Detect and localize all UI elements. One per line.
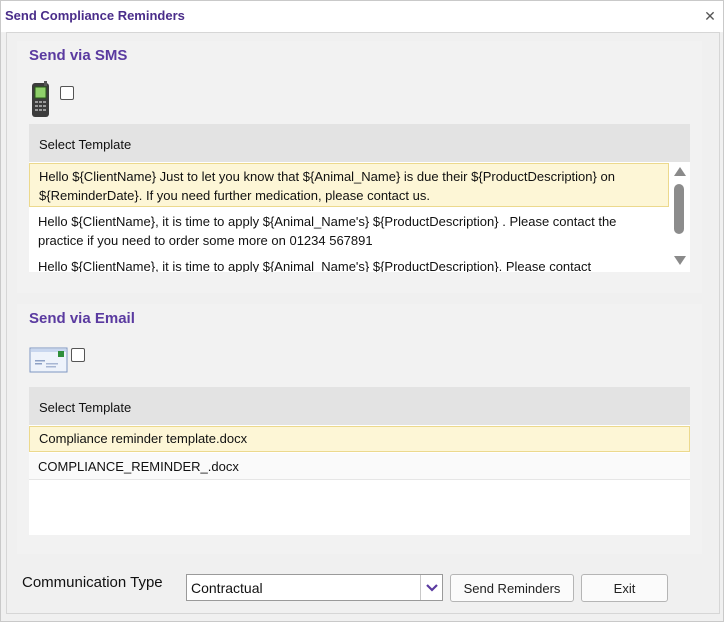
dialog-body: Send via SMS Select Template Hello ${Cli… — [6, 32, 720, 614]
email-checkbox[interactable] — [71, 348, 85, 362]
communication-type-label: Communication Type — [22, 574, 163, 591]
email-heading: Send via Email — [29, 310, 135, 327]
sms-grid-header: Select Template — [29, 124, 690, 162]
email-template-text: COMPLIANCE_REMINDER_.docx — [38, 459, 239, 474]
sms-template-row[interactable]: Hello ${ClientName} Just to let you know… — [29, 163, 669, 207]
sms-template-text: Hello ${ClientName}, it is time to apply… — [38, 259, 592, 272]
dialog-title: Send Compliance Reminders — [5, 8, 185, 23]
sms-heading: Send via SMS — [29, 47, 128, 64]
scroll-up-arrow-icon[interactable] — [674, 167, 686, 176]
sms-scrollbar[interactable] — [669, 162, 690, 272]
email-template-grid: Select Template Compliance reminder temp… — [29, 387, 690, 535]
title-bar: Send Compliance Reminders ✕ — [1, 1, 723, 32]
mobile-phone-icon — [29, 81, 53, 119]
email-grid-header-label: Select Template — [39, 400, 132, 415]
sms-grid-header-label: Select Template — [39, 137, 132, 152]
scroll-down-arrow-icon[interactable] — [674, 256, 686, 265]
close-icon[interactable]: ✕ — [703, 9, 717, 23]
sms-panel: Send via SMS Select Template Hello ${Cli… — [17, 41, 702, 293]
sms-template-row[interactable]: Hello ${ClientName}, it is time to apply… — [29, 209, 669, 253]
send-compliance-reminders-dialog: Send Compliance Reminders ✕ Send via SMS — [0, 0, 724, 622]
send-reminders-button[interactable]: Send Reminders — [450, 574, 574, 602]
email-grid-header: Select Template — [29, 387, 690, 425]
email-template-text: Compliance reminder template.docx — [39, 431, 248, 446]
communication-type-select[interactable]: Contractual — [186, 574, 443, 601]
sms-template-grid: Select Template Hello ${ClientName} Just… — [29, 124, 690, 272]
email-template-row[interactable]: Compliance reminder template.docx — [29, 426, 690, 452]
sms-template-text: Hello ${ClientName} Just to let you know… — [39, 169, 615, 203]
exit-button[interactable]: Exit — [581, 574, 668, 602]
scroll-thumb[interactable] — [674, 184, 684, 234]
sms-checkbox[interactable] — [60, 86, 74, 100]
chevron-down-icon[interactable] — [420, 575, 442, 600]
sms-template-text: Hello ${ClientName}, it is time to apply… — [38, 214, 617, 248]
email-panel: Send via Email Select Template Complianc… — [17, 304, 702, 554]
email-template-row[interactable]: COMPLIANCE_REMINDER_.docx — [29, 453, 690, 480]
envelope-icon — [29, 346, 69, 374]
sms-template-row[interactable]: Hello ${ClientName}, it is time to apply… — [29, 254, 669, 272]
communication-type-value: Contractual — [191, 580, 263, 596]
